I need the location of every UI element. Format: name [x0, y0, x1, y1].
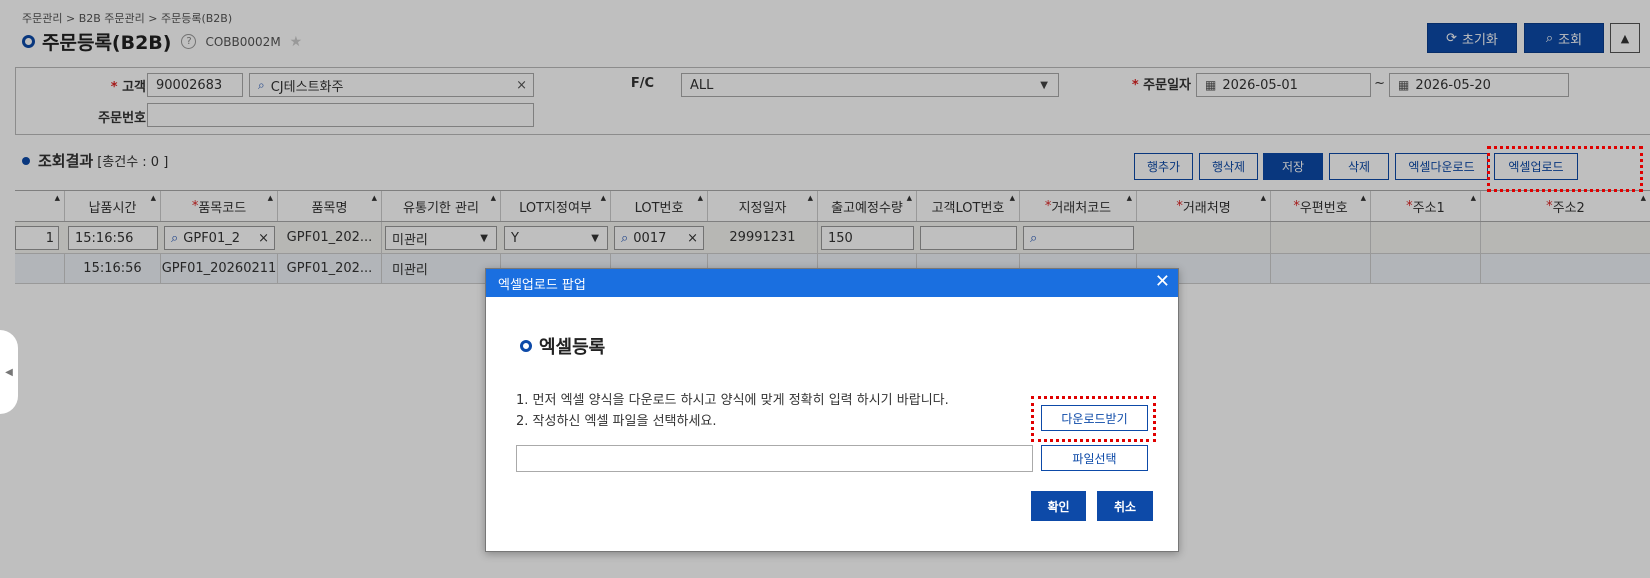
title-bullet-icon	[520, 340, 532, 352]
modal-title: 엑셀업로드 팝업	[498, 277, 586, 293]
excel-upload-modal: 엑셀업로드 팝업 ✕ 엑셀등록 1. 먼저 엑셀 양식을 다운로드 하시고 양식…	[485, 268, 1179, 552]
modal-subtitle: 엑셀등록	[539, 337, 606, 358]
confirm-button[interactable]: 확인	[1031, 491, 1086, 521]
excel-upload-highlight	[1487, 146, 1643, 192]
close-icon[interactable]: ✕	[1155, 273, 1170, 291]
instruction-1: 1. 먼저 엑셀 양식을 다운로드 하시고 양식에 맞게 정확히 입력 하시기 …	[516, 393, 949, 408]
file-select-button[interactable]: 파일선택	[1041, 445, 1148, 471]
modal-section-header: 엑셀등록	[520, 333, 605, 359]
modal-header: 엑셀업로드 팝업 ✕	[486, 269, 1178, 297]
file-path-input[interactable]	[516, 445, 1033, 472]
template-download-button[interactable]: 다운로드받기	[1041, 405, 1148, 431]
cancel-button[interactable]: 취소	[1097, 491, 1153, 521]
instruction-2: 2. 작성하신 엑셀 파일을 선택하세요.	[516, 414, 717, 429]
chevron-left-icon: ◀	[5, 366, 13, 378]
side-panel-toggle[interactable]: ◀	[0, 330, 18, 414]
